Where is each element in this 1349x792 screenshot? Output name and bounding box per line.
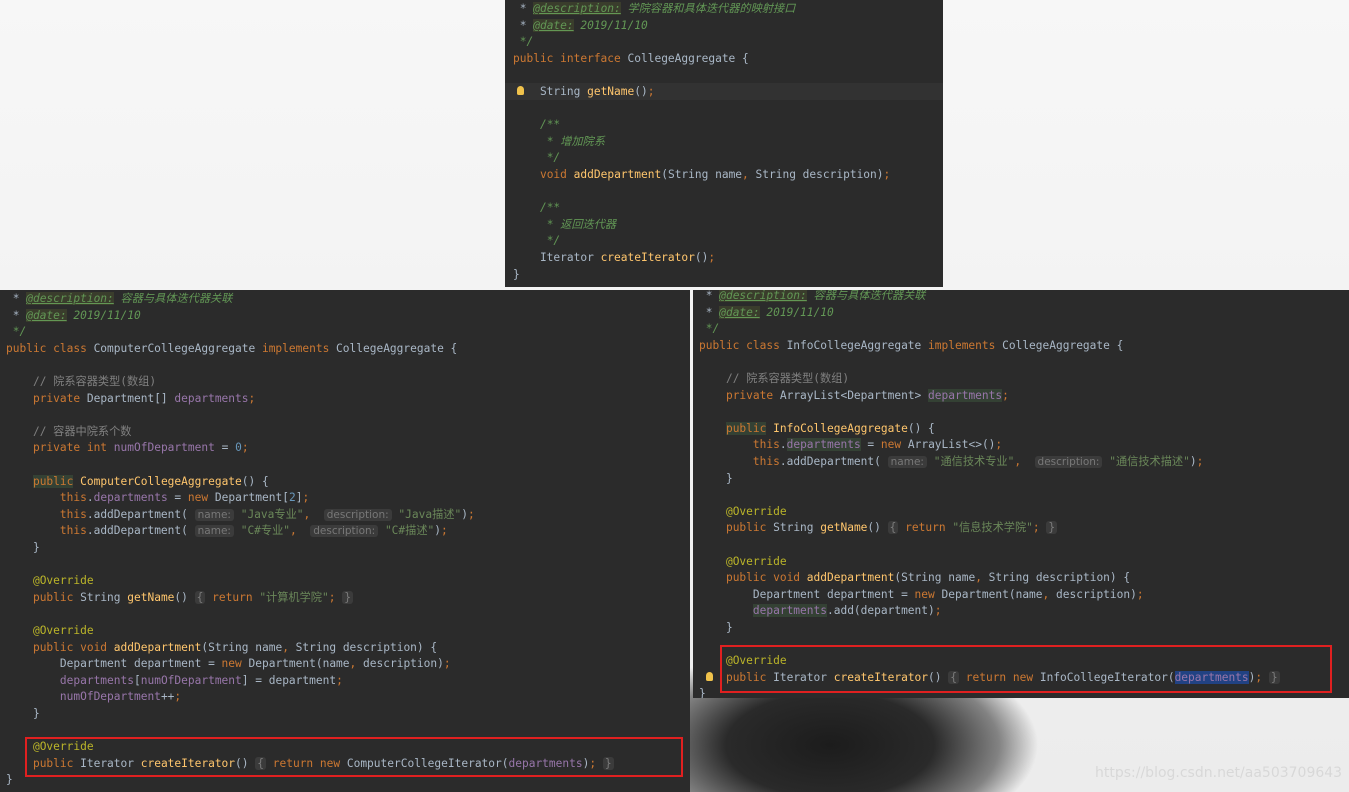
code-line: // 院系容器类型(数组) bbox=[725, 372, 850, 385]
code-line: departments.add(department); bbox=[752, 604, 942, 618]
code-line: */ bbox=[519, 35, 534, 49]
code-line: } bbox=[6, 707, 40, 720]
lightbulb-icon[interactable] bbox=[517, 86, 524, 95]
code-line: @Override bbox=[32, 574, 94, 588]
code-line: public String getName() { return "计算机学院"… bbox=[32, 590, 353, 604]
lightbulb-icon[interactable] bbox=[706, 671, 713, 681]
code-line: @Override bbox=[725, 504, 787, 518]
code-line: this.departments = new ArrayList<>(); bbox=[752, 438, 1003, 452]
code-line: // 院系容器类型(数组) bbox=[32, 375, 157, 388]
code-line: numOfDepartment++; bbox=[59, 690, 182, 704]
code-line: * @description: 容器与具体迭代器关联 bbox=[699, 290, 926, 302]
code-line: * 增加院系 bbox=[546, 134, 605, 148]
highlight-box-right bbox=[720, 645, 1332, 693]
code-line: } bbox=[6, 541, 40, 554]
code-line: public class InfoCollegeAggregate implem… bbox=[699, 338, 1124, 352]
code-line: this.addDepartment( name: "通信技术专业", desc… bbox=[752, 455, 1204, 468]
code-line: String getName(); bbox=[505, 83, 943, 100]
code-line: // 容器中院系个数 bbox=[32, 424, 132, 438]
code-line: * @description: 学院容器和具体迭代器的映射接口 bbox=[513, 2, 796, 15]
watermark-text: https://blog.csdn.net/aa503709643 bbox=[1095, 765, 1343, 781]
code-line: * 返回迭代器 bbox=[546, 217, 617, 231]
code-line: this.addDepartment( name: "C#专业", descri… bbox=[59, 524, 448, 538]
code-line: } bbox=[699, 471, 733, 485]
code-line: public InfoCollegeAggregate() { bbox=[725, 421, 935, 435]
code-line: Iterator createIterator(); bbox=[513, 251, 716, 264]
code-line: public void addDepartment(String name, S… bbox=[725, 571, 1131, 585]
code-line: this.addDepartment( name: "Java专业", desc… bbox=[59, 507, 475, 521]
code-line: public interface CollegeAggregate { bbox=[513, 51, 749, 65]
code-line: public String getName() { return "信息技术学院… bbox=[725, 521, 1058, 535]
code-line: */ bbox=[546, 234, 561, 248]
code-line: } bbox=[699, 621, 733, 634]
code-line: public class ComputerCollegeAggregate im… bbox=[6, 341, 458, 355]
code-line: */ bbox=[546, 151, 561, 165]
code-line: @Override bbox=[725, 554, 787, 568]
code-line: Department department = new Department(n… bbox=[6, 657, 451, 671]
info-college-code-panel: * @description: 容器与具体迭代器关联 * @date: 2019… bbox=[693, 290, 1349, 698]
code-line: public void addDepartment(String name, S… bbox=[32, 640, 438, 654]
code-line: /** bbox=[539, 118, 561, 132]
code-line: * @description: 容器与具体迭代器关联 bbox=[6, 292, 233, 305]
code-line: * @date: 2019/11/10 bbox=[513, 18, 648, 32]
code-line: private Department[] departments; bbox=[32, 391, 256, 405]
code-line: private ArrayList<Department> department… bbox=[725, 388, 1009, 402]
code-line: * @date: 2019/11/10 bbox=[699, 305, 834, 319]
code-line: void addDepartment(String name, String d… bbox=[539, 168, 891, 181]
code-line: * @date: 2019/11/10 bbox=[6, 308, 141, 322]
code-line: departments[numOfDepartment] = departmen… bbox=[59, 673, 343, 687]
code-line: @Override bbox=[32, 624, 94, 637]
code-line: Department department = new Department(n… bbox=[699, 587, 1144, 601]
code-line: */ bbox=[705, 322, 720, 336]
code-line: this.departments = new Department[2]; bbox=[59, 491, 310, 505]
interface-code-panel: * @description: 学院容器和具体迭代器的映射接口 * @date:… bbox=[505, 0, 943, 287]
code-line: public ComputerCollegeAggregate() { bbox=[32, 474, 269, 488]
code-line: /** bbox=[539, 201, 561, 215]
code-line: */ bbox=[12, 325, 27, 339]
code-line: private int numOfDepartment = 0; bbox=[32, 441, 249, 455]
highlight-box-left bbox=[25, 737, 683, 777]
code-line: } bbox=[513, 267, 520, 281]
computer-college-code-panel: * @description: 容器与具体迭代器关联 * @date: 2019… bbox=[0, 290, 690, 792]
